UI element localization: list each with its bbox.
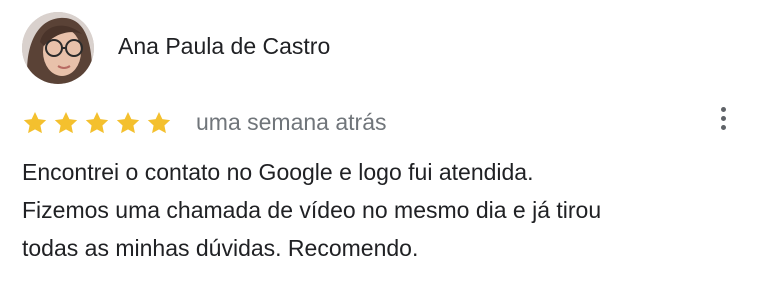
avatar-photo xyxy=(22,12,94,84)
review-text-line: Encontrei o contato no Google e logo fui… xyxy=(22,159,534,185)
more-vert-icon xyxy=(720,105,726,132)
author-name[interactable]: Ana Paula de Castro xyxy=(118,31,330,61)
star-icon xyxy=(147,111,171,134)
review-text-line: todas as minhas dúvidas. Recomendo. xyxy=(22,235,419,261)
star-icon xyxy=(54,111,78,134)
review-date: uma semana atrás xyxy=(196,109,387,135)
more-options-button[interactable] xyxy=(708,100,738,136)
star-rating xyxy=(22,108,177,138)
star-icon xyxy=(116,111,140,134)
review-text-line: Fizemos uma chamada de vídeo no mesmo di… xyxy=(22,197,602,223)
star-icon xyxy=(85,111,109,134)
avatar[interactable] xyxy=(22,12,94,84)
review-card: Ana Paula de Castro uma semana atrás Enc… xyxy=(0,0,758,292)
review-text: Encontrei o contato no Google e logo fui… xyxy=(22,153,742,267)
star-icon xyxy=(23,111,47,134)
